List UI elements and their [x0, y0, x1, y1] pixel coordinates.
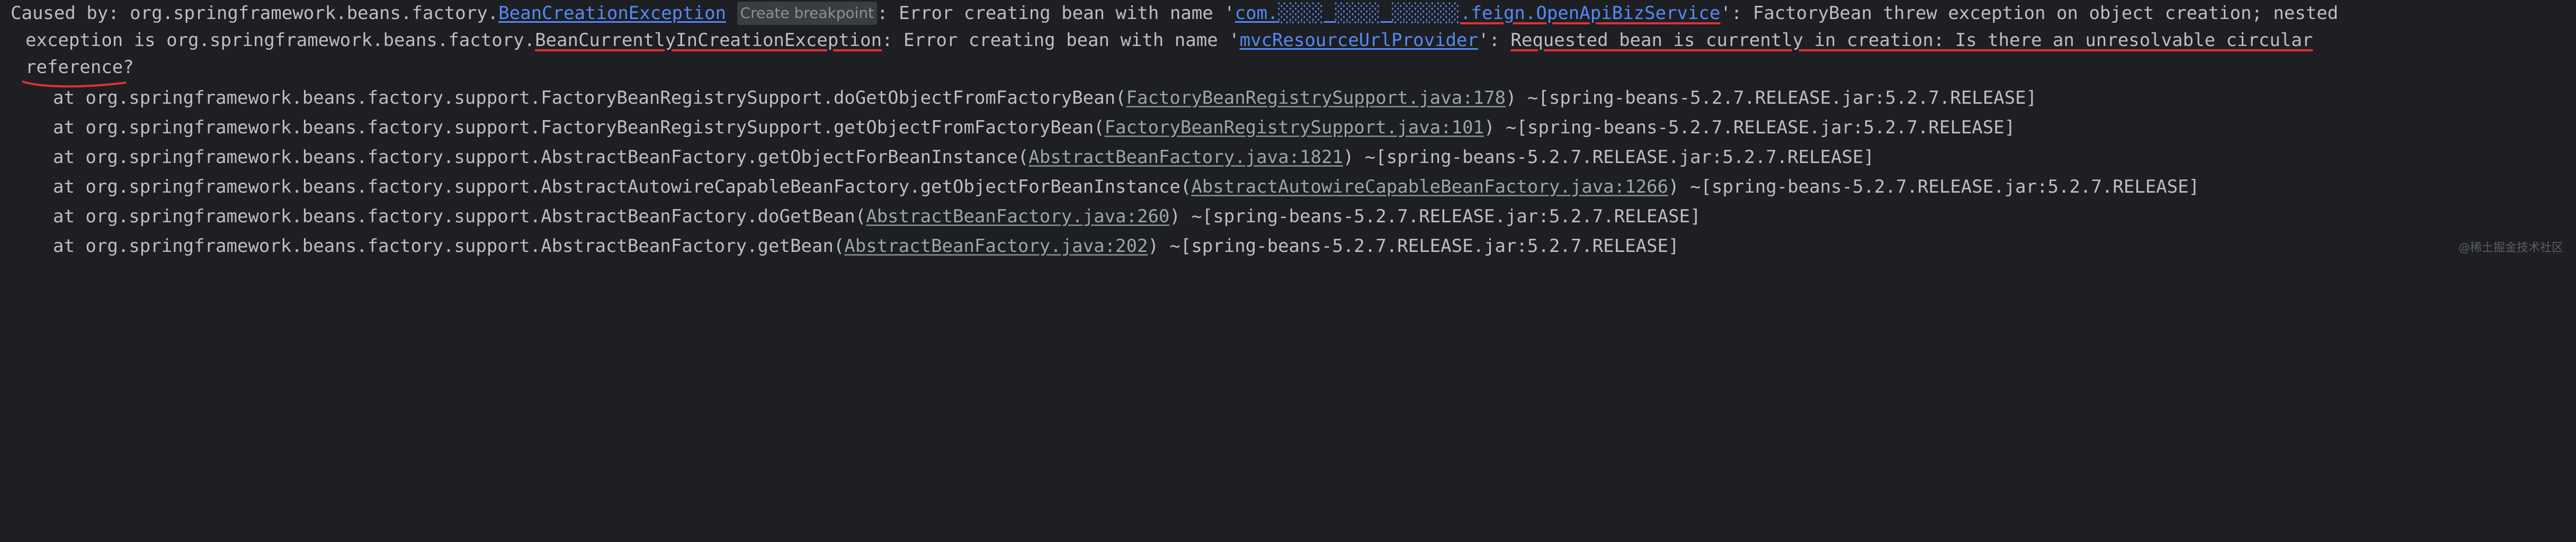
frame-source-link[interactable]: AbstractAutowireCapableBeanFactory.java:…: [1191, 176, 1668, 197]
stack-frame: at org.springframework.beans.factory.sup…: [53, 144, 1874, 171]
stack-frame: at org.springframework.beans.factory.sup…: [53, 85, 2037, 112]
frame-source-link[interactable]: AbstractBeanFactory.java:1821: [1028, 147, 1343, 168]
obfuscated-package-segment: ░░░░ ░░░░ ░░░░░░: [1278, 3, 1461, 24]
quote-colon: ':: [1478, 30, 1511, 51]
frame-method: at org.springframework.beans.factory.sup…: [53, 176, 1192, 197]
caused-by-line-1: Caused by: org.springframework.beans.fac…: [11, 0, 2338, 27]
frame-method: at org.springframework.beans.factory.sup…: [53, 206, 866, 227]
frame-method: at org.springframework.beans.factory.sup…: [53, 87, 1126, 109]
frame-source-link[interactable]: AbstractBeanFactory.java:202: [844, 236, 1148, 257]
bean-name-link-suffix[interactable]: .feign.OpenApiBizService: [1460, 3, 1720, 24]
nested-error-text: : Error creating bean with name ': [882, 30, 1240, 51]
caused-by-prefix: Caused by:: [11, 3, 130, 24]
frame-jar: ) ~[spring-beans-5.2.7.RELEASE.jar:5.2.7…: [1148, 236, 1679, 257]
circular-reference-message: Requested bean is currently in creation:…: [1510, 30, 2313, 51]
frame-jar: ) ~[spring-beans-5.2.7.RELEASE.jar:5.2.7…: [1343, 147, 1874, 168]
mvc-resource-url-provider-link[interactable]: mvcResourceUrlProvider: [1240, 30, 1478, 51]
frame-jar: ) ~[spring-beans-5.2.7.RELEASE.jar:5.2.7…: [1484, 117, 2016, 138]
caused-by-line-3: reference?: [25, 54, 134, 81]
frame-source-link[interactable]: FactoryBeanRegistrySupport.java:101: [1105, 117, 1484, 138]
watermark-text: @稀土掘金技术社区: [2458, 241, 2563, 255]
stack-frame: at org.springframework.beans.factory.sup…: [53, 233, 1679, 260]
package-text: org.springframework.beans.factory.: [130, 3, 499, 24]
frame-jar: ) ~[spring-beans-5.2.7.RELEASE.jar:5.2.7…: [1169, 206, 1701, 227]
frame-source-link[interactable]: FactoryBeanRegistrySupport.java:178: [1126, 87, 1506, 109]
frame-jar: ) ~[spring-beans-5.2.7.RELEASE.jar:5.2.7…: [1505, 87, 2037, 109]
stack-frame: at org.springframework.beans.factory.sup…: [53, 174, 2199, 201]
frame-method: at org.springframework.beans.factory.sup…: [53, 236, 845, 257]
bean-creation-exception-link[interactable]: BeanCreationException: [498, 3, 726, 24]
currently-in-creation-exception: BeanCurrentlyInCreationException: [535, 30, 882, 51]
frame-jar: ) ~[spring-beans-5.2.7.RELEASE.jar:5.2.7…: [1668, 176, 2200, 197]
bean-name-link-prefix[interactable]: com.: [1235, 3, 1278, 24]
error-message-tail: ': FactoryBean threw exception on object…: [1720, 3, 2339, 24]
frame-source-link[interactable]: AbstractBeanFactory.java:260: [866, 206, 1169, 227]
stack-frame: at org.springframework.beans.factory.sup…: [53, 203, 1701, 230]
console-output: Caused by: org.springframework.beans.fac…: [0, 0, 2576, 271]
caused-by-line-2: exception is org.springframework.beans.f…: [25, 27, 2313, 54]
reference-question: reference?: [25, 57, 134, 78]
nested-exception-text: exception is org.springframework.beans.f…: [25, 30, 535, 51]
error-message-text: : Error creating bean with name ': [877, 3, 1235, 24]
frame-method: at org.springframework.beans.factory.sup…: [53, 117, 1105, 138]
stack-frame: at org.springframework.beans.factory.sup…: [53, 114, 2015, 141]
frame-method: at org.springframework.beans.factory.sup…: [53, 147, 1029, 168]
create-breakpoint-hint[interactable]: Create breakpoint: [737, 2, 878, 25]
